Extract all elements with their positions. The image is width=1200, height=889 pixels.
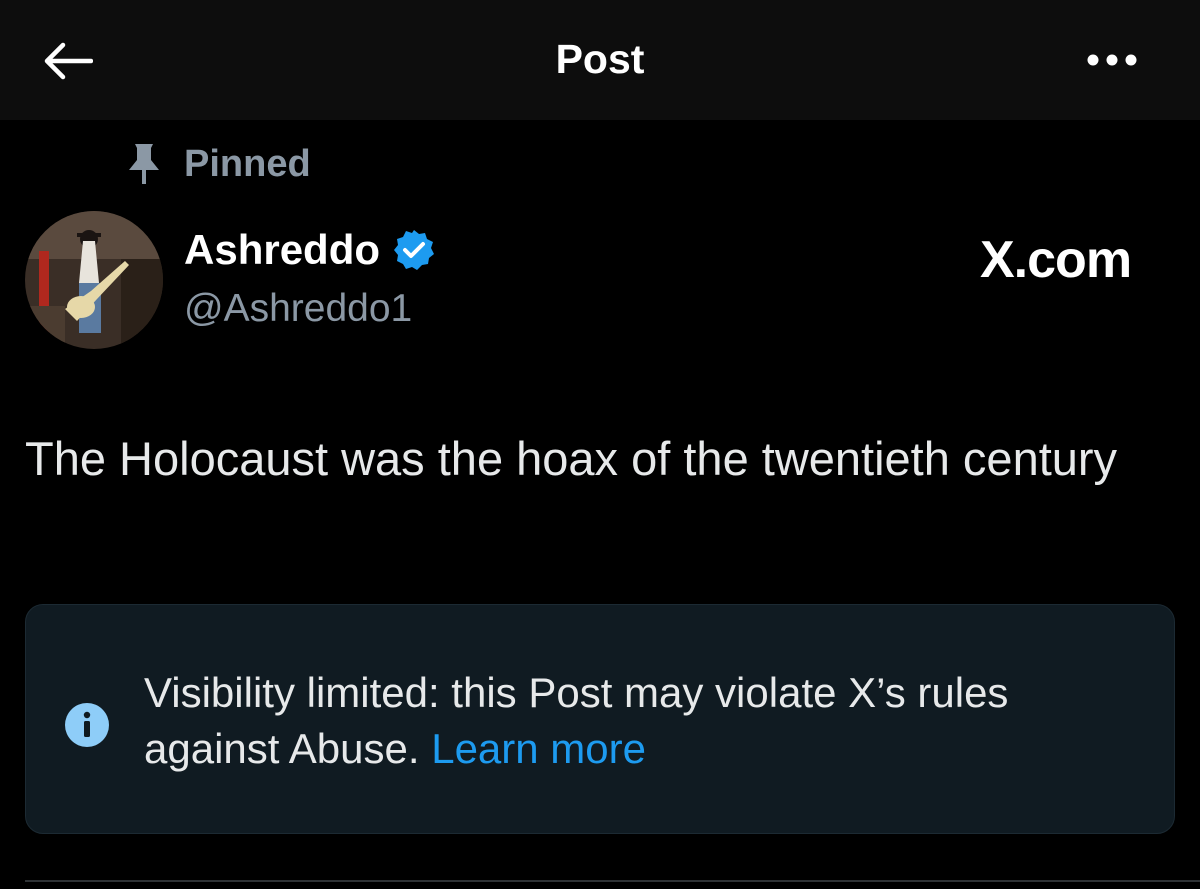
author-name-text: Ashreddo — [184, 226, 381, 273]
more-options-button[interactable] — [1080, 40, 1144, 80]
avatar[interactable] — [25, 211, 163, 349]
divider — [25, 880, 1200, 882]
visibility-notice: Visibility limited: this Post may violat… — [25, 604, 1175, 834]
more-horizontal-icon — [1087, 54, 1137, 66]
info-icon — [65, 703, 109, 747]
watermark: X.com — [980, 231, 1132, 289]
author-name[interactable]: Ashreddo — [184, 226, 436, 274]
verified-badge-icon — [394, 230, 435, 270]
learn-more-link[interactable]: Learn more — [431, 725, 646, 772]
author-handle[interactable]: @Ashreddo1 — [184, 287, 412, 331]
notice-text: Visibility limited: this Post may violat… — [144, 665, 1134, 777]
post-text: The Holocaust was the hoax of the twenti… — [25, 432, 1118, 485]
pinned-indicator: Pinned — [126, 140, 311, 188]
top-bar: Post — [0, 0, 1200, 120]
pinned-label: Pinned — [184, 142, 311, 185]
page-title: Post — [555, 36, 645, 82]
pin-icon — [129, 144, 159, 184]
